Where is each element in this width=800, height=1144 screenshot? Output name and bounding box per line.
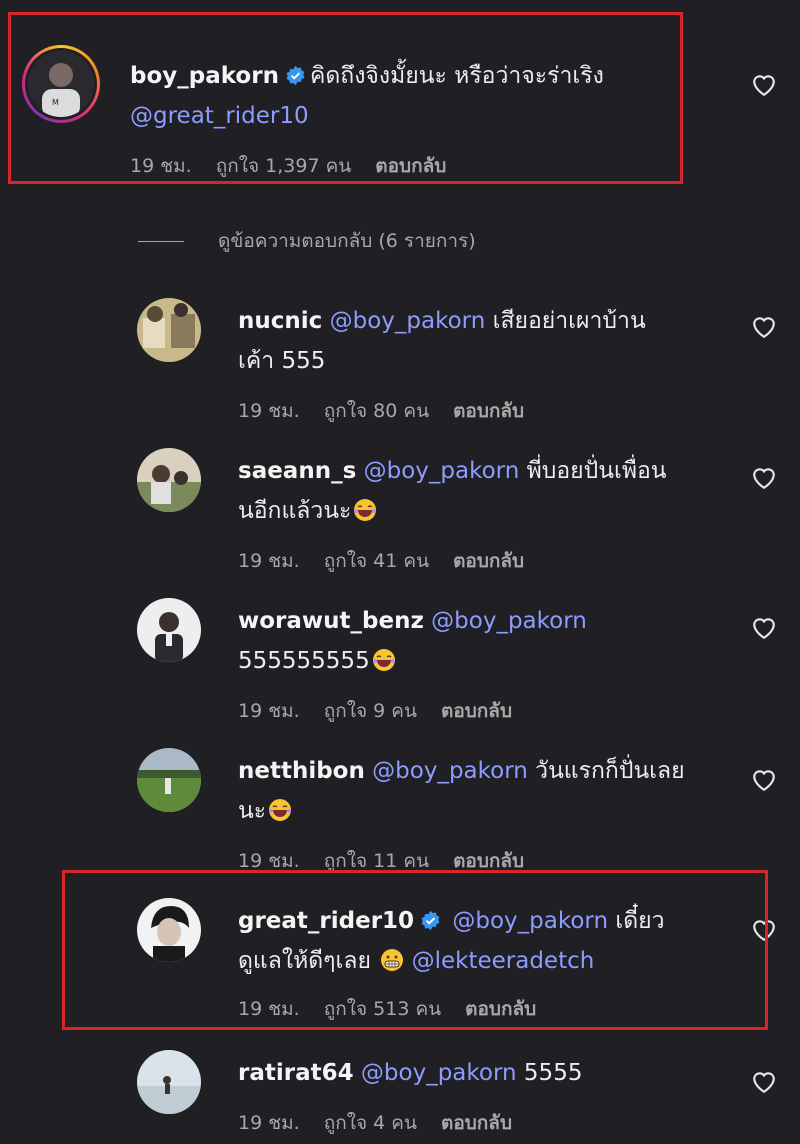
mention-link[interactable]: @boy_pakorn bbox=[431, 608, 587, 634]
comment-text: นอีกแล้วนะ bbox=[238, 498, 352, 524]
verified-badge-icon bbox=[286, 65, 305, 86]
comment-text: นะ bbox=[238, 798, 267, 824]
timestamp: 19 ชม. bbox=[238, 550, 300, 572]
laughing-emoji-icon bbox=[354, 499, 377, 521]
laughing-emoji-icon bbox=[269, 799, 292, 821]
comment-text: เสียอย่าเผาบ้าน bbox=[492, 308, 646, 334]
timestamp: 19 ชม. bbox=[238, 850, 300, 872]
username[interactable]: boy_pakorn bbox=[130, 63, 279, 89]
avatar[interactable] bbox=[137, 448, 201, 512]
comment-body: boy_pakorn คิดถึงจิงมั้ยนะ หรือว่าจะร่าเร… bbox=[130, 56, 690, 136]
reply-comment: netthibon @boy_pakorn วันแรกก็ปั่นเลย นะ… bbox=[0, 740, 800, 880]
username[interactable]: nucnic bbox=[238, 308, 322, 334]
username[interactable]: ratirat64 bbox=[238, 1060, 354, 1086]
comment-text: เดี๋ยว bbox=[615, 908, 665, 934]
like-count[interactable]: ถูกใจ 9 คน bbox=[324, 700, 417, 722]
reply-button[interactable]: ตอบกลับ bbox=[375, 155, 446, 177]
mention-link[interactable]: @boy_pakorn bbox=[452, 908, 608, 934]
reply-comment: ratirat64 @boy_pakorn 5555 19 ชม. ถูกใจ 4… bbox=[0, 1042, 800, 1144]
comment-text: 555555555 bbox=[238, 648, 370, 674]
heart-icon[interactable] bbox=[751, 73, 777, 97]
mention-link[interactable]: @boy_pakorn bbox=[364, 458, 520, 484]
heart-icon[interactable] bbox=[751, 466, 777, 490]
username[interactable]: netthibon bbox=[238, 758, 365, 784]
like-count[interactable]: ถูกใจ 41 คน bbox=[324, 550, 429, 572]
comment-meta: 19 ชม. ถูกใจ 9 คน ตอบกลับ bbox=[238, 696, 536, 726]
comment-body: saeann_s @boy_pakorn พี่บอยปั่นเพื่อน นอ… bbox=[238, 451, 718, 531]
mention-link[interactable]: @lekteeradetch bbox=[412, 948, 595, 974]
like-count[interactable]: ถูกใจ 1,397 คน bbox=[216, 155, 352, 177]
username[interactable]: great_rider10 bbox=[238, 908, 414, 934]
heart-icon[interactable] bbox=[751, 918, 777, 942]
svg-text:M: M bbox=[52, 98, 59, 107]
comment-body: great_rider10 @boy_pakorn เดี๋ยว ดูแลให้… bbox=[238, 901, 728, 981]
timestamp: 19 ชม. bbox=[130, 155, 192, 177]
comment-text: เค้า 555 bbox=[238, 348, 326, 374]
like-count[interactable]: ถูกใจ 4 คน bbox=[324, 1112, 417, 1134]
reply-button[interactable]: ตอบกลับ bbox=[453, 550, 524, 572]
reply-button[interactable]: ตอบกลับ bbox=[453, 850, 524, 872]
reply-button[interactable]: ตอบกลับ bbox=[465, 998, 536, 1020]
avatar[interactable]: M bbox=[28, 51, 94, 117]
reply-button[interactable]: ตอบกลับ bbox=[453, 400, 524, 422]
comment-text: วันแรกก็ปั่นเลย bbox=[535, 758, 685, 784]
avatar[interactable] bbox=[137, 598, 201, 662]
timestamp: 19 ชม. bbox=[238, 1112, 300, 1134]
username[interactable]: saeann_s bbox=[238, 458, 356, 484]
heart-icon[interactable] bbox=[751, 315, 777, 339]
timestamp: 19 ชม. bbox=[238, 700, 300, 722]
story-ring[interactable]: M bbox=[22, 45, 100, 123]
grimacing-emoji-icon bbox=[381, 949, 404, 971]
divider-line bbox=[138, 240, 184, 242]
avatar[interactable] bbox=[137, 748, 201, 812]
comment-body: netthibon @boy_pakorn วันแรกก็ปั่นเลย นะ bbox=[238, 751, 718, 831]
like-count[interactable]: ถูกใจ 80 คน bbox=[324, 400, 429, 422]
avatar[interactable] bbox=[137, 898, 201, 962]
comment-meta: 19 ชม. ถูกใจ 80 คน ตอบกลับ bbox=[238, 396, 548, 426]
reply-button[interactable]: ตอบกลับ bbox=[441, 700, 512, 722]
reply-comment: saeann_s @boy_pakorn พี่บอยปั่นเพื่อน นอ… bbox=[0, 440, 800, 580]
timestamp: 19 ชม. bbox=[238, 998, 300, 1020]
like-count[interactable]: ถูกใจ 513 คน bbox=[324, 998, 441, 1020]
verified-badge-icon bbox=[421, 910, 440, 931]
comment-meta: 19 ชม. ถูกใจ 513 คน ตอบกลับ bbox=[238, 994, 560, 1024]
comment-body: worawut_benz @boy_pakorn 555555555 bbox=[238, 601, 718, 681]
main-comment: M boy_pakorn คิดถึงจิงมั้ยนะ หรือว่าจะร่า… bbox=[0, 0, 800, 190]
reply-comment: great_rider10 @boy_pakorn เดี๋ยว ดูแลให้… bbox=[0, 890, 800, 1030]
comment-text: ดูแลให้ดีๆเลย bbox=[238, 948, 371, 974]
view-replies-toggle[interactable]: ดูข้อความตอบกลับ (6 รายการ) bbox=[138, 226, 476, 256]
mention-link[interactable]: @great_rider10 bbox=[130, 103, 309, 129]
comment-meta: 19 ชม. ถูกใจ 11 คน ตอบกลับ bbox=[238, 846, 548, 876]
username[interactable]: worawut_benz bbox=[238, 608, 424, 634]
comment-body: ratirat64 @boy_pakorn 5555 bbox=[238, 1053, 718, 1093]
comment-text: พี่บอยปั่นเพื่อน bbox=[526, 458, 667, 484]
timestamp: 19 ชม. bbox=[238, 400, 300, 422]
comment-meta: 19 ชม. ถูกใจ 4 คน ตอบกลับ bbox=[238, 1108, 536, 1138]
avatar[interactable] bbox=[137, 298, 201, 362]
mention-link[interactable]: @boy_pakorn bbox=[361, 1060, 517, 1086]
heart-icon[interactable] bbox=[751, 1070, 777, 1094]
like-count[interactable]: ถูกใจ 11 คน bbox=[324, 850, 429, 872]
comment-meta: 19 ชม. ถูกใจ 41 คน ตอบกลับ bbox=[238, 546, 548, 576]
mention-link[interactable]: @boy_pakorn bbox=[330, 308, 486, 334]
comment-meta: 19 ชม. ถูกใจ 1,397 คน ตอบกลับ bbox=[130, 151, 470, 181]
view-replies-label: ดูข้อความตอบกลับ (6 รายการ) bbox=[218, 230, 476, 252]
reply-button[interactable]: ตอบกลับ bbox=[441, 1112, 512, 1134]
mention-link[interactable]: @boy_pakorn bbox=[372, 758, 528, 784]
laughing-emoji-icon bbox=[372, 649, 395, 671]
heart-icon[interactable] bbox=[751, 768, 777, 792]
comment-text: 5555 bbox=[523, 1060, 583, 1086]
reply-comment: nucnic @boy_pakorn เสียอย่าเผาบ้าน เค้า … bbox=[0, 290, 800, 430]
avatar[interactable] bbox=[137, 1050, 201, 1114]
heart-icon[interactable] bbox=[751, 616, 777, 640]
reply-comment: worawut_benz @boy_pakorn 555555555 19 ชม… bbox=[0, 590, 800, 730]
comment-text: คิดถึงจิงมั้ยนะ หรือว่าจะร่าเริง bbox=[309, 63, 604, 89]
comment-body: nucnic @boy_pakorn เสียอย่าเผาบ้าน เค้า … bbox=[238, 301, 718, 381]
